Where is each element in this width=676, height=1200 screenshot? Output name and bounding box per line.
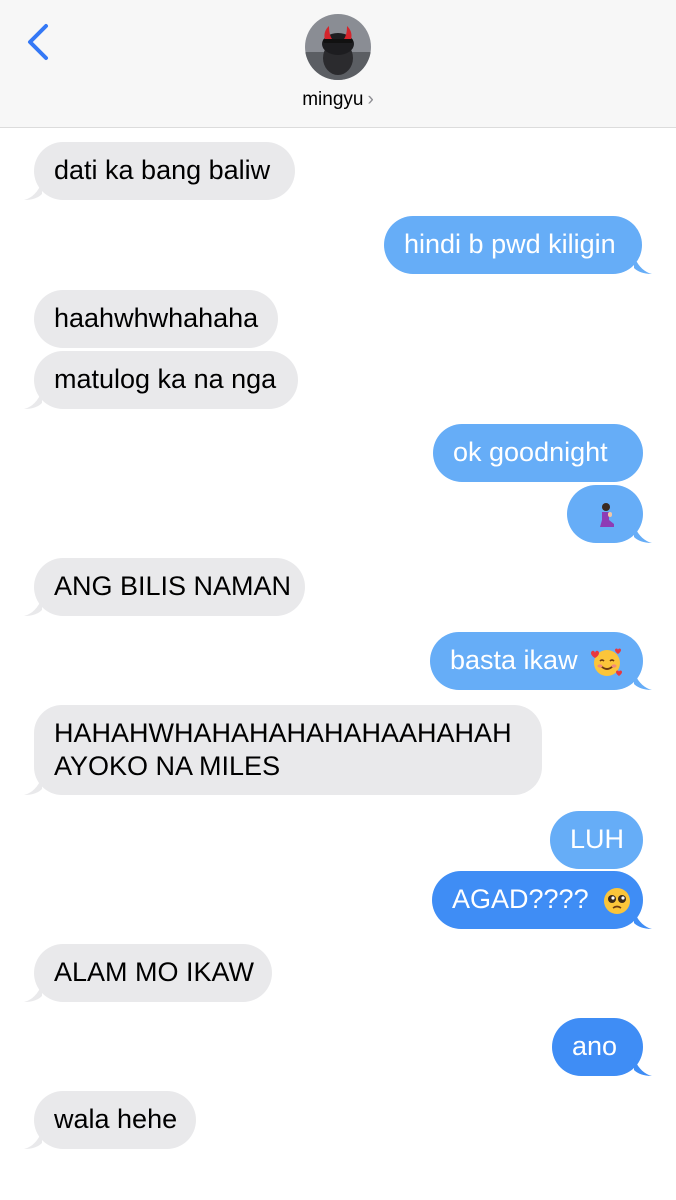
- contact-name-button[interactable]: mingyu ›: [0, 89, 676, 111]
- chevron-left-icon: [28, 24, 48, 60]
- incoming-message[interactable]: dati ka bang baliw: [34, 142, 295, 200]
- incoming-message[interactable]: matulog ka na nga: [34, 351, 298, 409]
- message-text: matulog ka na nga: [54, 364, 277, 394]
- message-text: wala hehe: [54, 1104, 178, 1134]
- message-text: basta ikaw: [450, 645, 578, 675]
- outgoing-bubble-tail: [634, 1058, 652, 1076]
- outgoing-message[interactable]: ano: [552, 1018, 643, 1076]
- incoming-message[interactable]: ANG BILIS NAMAN: [34, 558, 305, 616]
- message-text: dati ka bang baliw: [54, 155, 271, 185]
- message-text-line-1: HAHAHWHAHAHAHAHAHAAHAHAH: [54, 718, 512, 748]
- message-text: ok goodnight: [453, 437, 608, 467]
- incoming-message[interactable]: ALAM MO IKAW: [34, 944, 272, 1002]
- conversation-header: mingyu ›: [0, 0, 676, 128]
- incoming-bubble-tail: [24, 777, 42, 795]
- outgoing-message[interactable]: basta ikaw: [430, 632, 643, 690]
- incoming-message[interactable]: wala hehe: [34, 1091, 196, 1149]
- message-text: hindi b pwd kiligin: [404, 229, 616, 259]
- outgoing-bubble-tail: [634, 525, 652, 543]
- praying-kneeling-person-emoji: [600, 502, 614, 527]
- incoming-bubble-tail: [24, 1131, 42, 1149]
- outgoing-bubble-tail: [634, 256, 652, 274]
- message-text: ALAM MO IKAW: [54, 957, 255, 987]
- outgoing-message[interactable]: [567, 485, 643, 543]
- back-button[interactable]: [22, 22, 54, 62]
- outgoing-message[interactable]: LUH: [550, 811, 643, 869]
- outgoing-message[interactable]: hindi b pwd kiligin: [384, 216, 642, 274]
- outgoing-message[interactable]: ok goodnight: [433, 424, 643, 482]
- incoming-bubble-tail: [24, 182, 42, 200]
- chevron-right-icon: ›: [367, 89, 374, 110]
- message-text-line-2: AYOKO NA MILES: [54, 751, 281, 781]
- message-text: ANG BILIS NAMAN: [54, 571, 292, 601]
- outgoing-bubble-tail: [634, 672, 652, 690]
- incoming-message[interactable]: haahwhwhahaha: [34, 290, 278, 348]
- incoming-message[interactable]: HAHAHWHAHAHAHAHAHAAHAHAH AYOKO NA MILES: [34, 705, 542, 795]
- outgoing-message[interactable]: AGAD????: [432, 871, 643, 929]
- incoming-bubble-tail: [24, 984, 42, 1002]
- incoming-bubble-tail: [24, 598, 42, 616]
- contact-avatar[interactable]: [305, 14, 371, 80]
- message-text: ano: [572, 1031, 618, 1061]
- smiling-face-with-hearts-emoji: [591, 648, 623, 676]
- message-text: LUH: [570, 824, 625, 854]
- outgoing-bubble-tail: [634, 911, 652, 929]
- avatar-photo: [305, 14, 371, 80]
- incoming-bubble-tail: [24, 391, 42, 409]
- message-text: haahwhwhahaha: [54, 303, 259, 333]
- contact-name: mingyu: [302, 89, 364, 110]
- message-text: AGAD????: [452, 884, 589, 914]
- pleading-face-emoji: [604, 887, 631, 914]
